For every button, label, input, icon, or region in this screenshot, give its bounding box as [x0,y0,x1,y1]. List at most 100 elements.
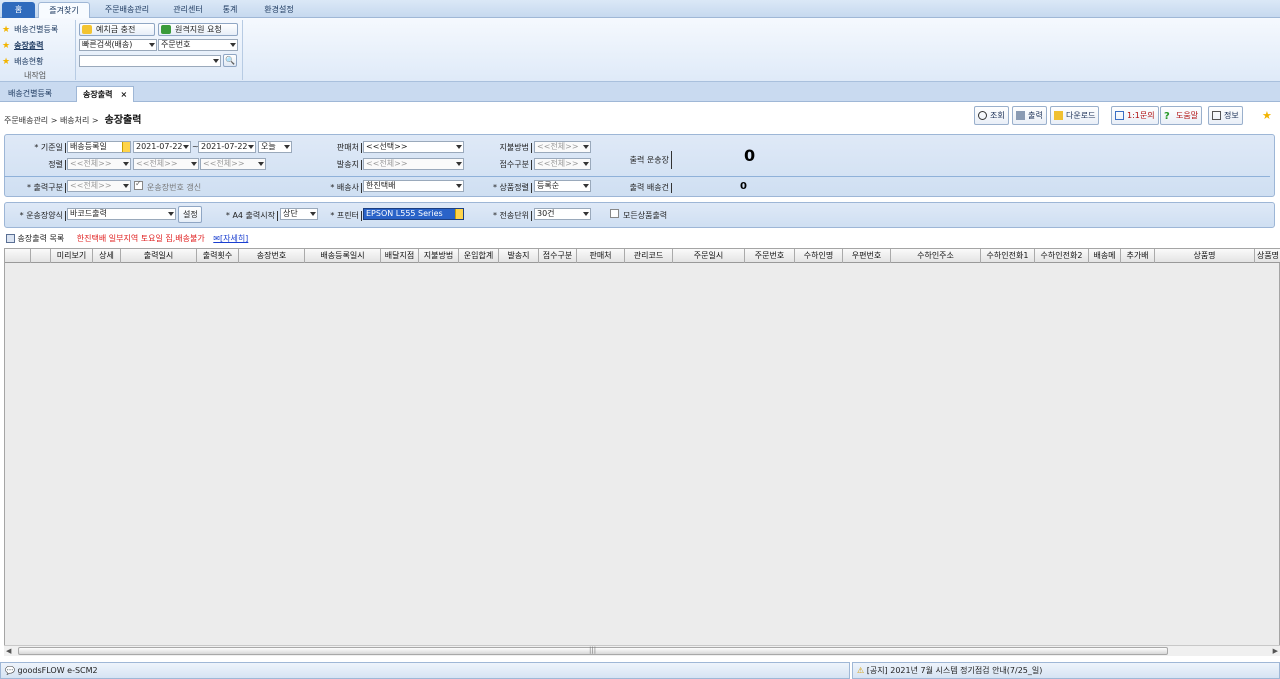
download-button[interactable]: 다운로드 [1050,106,1100,125]
chevron-down-icon [123,162,129,166]
close-icon[interactable]: × [120,90,127,99]
star-icon[interactable]: ★ [1262,109,1272,122]
deposit-charge-button[interactable]: 예치금 충전 [79,23,155,36]
print-button[interactable]: 출력 [1012,106,1047,125]
origin-label: 발송지 [310,159,362,170]
tab-statistics[interactable]: 통계 [214,2,246,18]
tab-settings[interactable]: 환경설정 [252,2,306,18]
page-title: 송장출력 [104,115,142,126]
settings-button[interactable]: 설정 [178,206,202,223]
grid-col-header[interactable]: 판매처 [577,249,625,263]
sort3-select[interactable]: <<전체>> [200,158,266,170]
detail-link[interactable]: ✉[자세히] [213,234,248,243]
chat-bubble-icon: 💬 [5,666,15,675]
base-date-type-select[interactable]: 배송등록일 [67,141,131,153]
date-from-picker[interactable]: 2021-07-22 [133,141,191,153]
sort2-select[interactable]: <<전체>> [133,158,199,170]
inquiry-button[interactable]: 1:1문의 [1111,106,1159,125]
receipt-select[interactable]: <<전체>> [534,158,591,170]
quick-search-input[interactable] [79,55,221,67]
a4-start-label: * A4 출력시작 [218,210,278,221]
status-bar-notice[interactable]: ⚠ [공지] 2021년 7월 시스템 정기점검 안내(7/25_일) [852,662,1280,679]
star-icon: ★ [2,41,11,51]
origin-select[interactable]: <<전체>> [363,158,464,170]
chat-icon [1115,111,1124,120]
grid-col-header[interactable]: 관리코드 [625,249,673,263]
tab-management[interactable]: 관리센터 [166,2,210,18]
carrier-select[interactable]: 한진택배 [363,180,464,192]
grid-col-header[interactable]: 접수구분 [539,249,577,263]
ribbon-tab-bar: 홈 즐겨찾기 주문배송관리 관리센터 통계 환경설정 [0,0,1280,18]
chevron-down-icon [122,142,130,152]
payment-select[interactable]: <<전체>> [534,141,591,153]
grid-col-header[interactable]: 주문번호 [745,249,795,263]
star-icon: ★ [2,25,11,35]
grid-col-header[interactable]: 배달지점 [381,249,419,263]
grid-col-header[interactable]: 수하인전화2 [1035,249,1089,263]
scroll-left-icon[interactable]: ◀ [6,647,11,655]
scroll-right-icon[interactable]: ▶ [1273,647,1278,655]
warning-icon: ⚠ [857,666,865,675]
base-date-label: * 기준일 [18,142,66,153]
remote-support-button[interactable]: 원격지원 요청 [158,23,238,36]
print-type-select[interactable]: <<전체>> [67,180,131,192]
quick-search-field-select[interactable]: 주문번호 [158,39,238,51]
chevron-down-icon [213,59,219,63]
grid-col-header[interactable]: 출력일시 [121,249,197,263]
update-waybill-checkbox[interactable] [134,179,143,190]
a4-start-select[interactable]: 상단 [280,208,318,220]
grid-col-header[interactable]: 수하인주소 [891,249,981,263]
favorite-item-delivery-register[interactable]: ★ 배송건별등록 [2,24,58,35]
horizontal-scrollbar[interactable]: ◀ ||| ▶ [4,645,1280,656]
chevron-down-icon [230,43,236,47]
grid-col-header[interactable]: 추가배 [1121,249,1155,263]
waybill-method-select[interactable]: 바코드출력 [67,208,176,220]
grid-col-header[interactable]: 지불방법 [419,249,459,263]
grid-col-header[interactable]: 우편번호 [843,249,891,263]
product-sort-label: * 상품정렬 [476,182,532,193]
grid-col-header[interactable] [5,249,31,263]
date-to-picker[interactable]: 2021-07-22 [198,141,256,153]
scroll-thumb[interactable]: ||| [18,646,1168,655]
grid-col-header[interactable]: 운임합계 [459,249,499,263]
chevron-down-icon [248,145,254,149]
chevron-down-icon [456,145,462,149]
search-button[interactable]: 🔍 [223,54,237,67]
grid-col-header[interactable]: 상세 [93,249,121,263]
doc-tab-waybill-print[interactable]: 송장출력 × [76,86,135,102]
sort1-select[interactable]: <<전체>> [67,158,131,170]
grid-col-header[interactable]: 상품명 [1255,249,1280,263]
doc-tab-delivery-register[interactable]: 배송건별등록 [2,86,58,102]
all-products-checkbox[interactable] [610,209,619,218]
period-select[interactable]: 오늘 [258,141,292,153]
search-query-button[interactable]: 조회 [974,106,1009,125]
tab-home[interactable]: 홈 [2,2,35,18]
grid-col-header[interactable]: 수하인명 [795,249,843,263]
grid-col-header[interactable]: 상품명 [1155,249,1255,263]
grid-col-header[interactable]: 출력횟수 [197,249,239,263]
favorite-item-waybill-print[interactable]: ★ 송장출력 [2,40,44,51]
grid-col-header[interactable]: 발송지 [499,249,539,263]
info-button[interactable]: 정보 [1208,106,1243,125]
send-unit-select[interactable]: 30건 [534,208,591,220]
waybill-grid[interactable]: 미리보기 상세 출력일시 출력횟수 송장번호 배송등록일시 배달지점 지불방법 … [4,248,1280,656]
mail-icon: ✉ [213,234,220,243]
panel-divider [4,176,1270,177]
product-sort-select[interactable]: 등록순 [534,180,591,192]
printer-select[interactable]: EPSON L555 Series [363,208,464,220]
grid-col-header[interactable]: 주문일시 [673,249,745,263]
grid-col-header[interactable]: 송장번호 [239,249,305,263]
grid-col-header[interactable]: 미리보기 [51,249,93,263]
carrier-label: * 배송사 [310,182,362,193]
grid-col-header[interactable]: 배송등록일시 [305,249,381,263]
grid-col-header[interactable]: 수하인전화1 [981,249,1035,263]
favorite-item-delivery-status[interactable]: ★ 배송현황 [2,56,44,67]
grid-col-header[interactable]: 배송메 [1089,249,1121,263]
grid-col-header[interactable] [31,249,51,263]
help-button[interactable]: ? 도움말 [1160,106,1203,125]
ribbon-divider [242,20,243,80]
tab-favorites[interactable]: 즐겨찾기 [38,2,90,18]
seller-select[interactable]: <<선택>> [363,141,464,153]
tab-order-delivery[interactable]: 주문배송관리 [93,2,161,18]
quick-search-type-select[interactable]: 빠른검색(배송) [79,39,157,51]
